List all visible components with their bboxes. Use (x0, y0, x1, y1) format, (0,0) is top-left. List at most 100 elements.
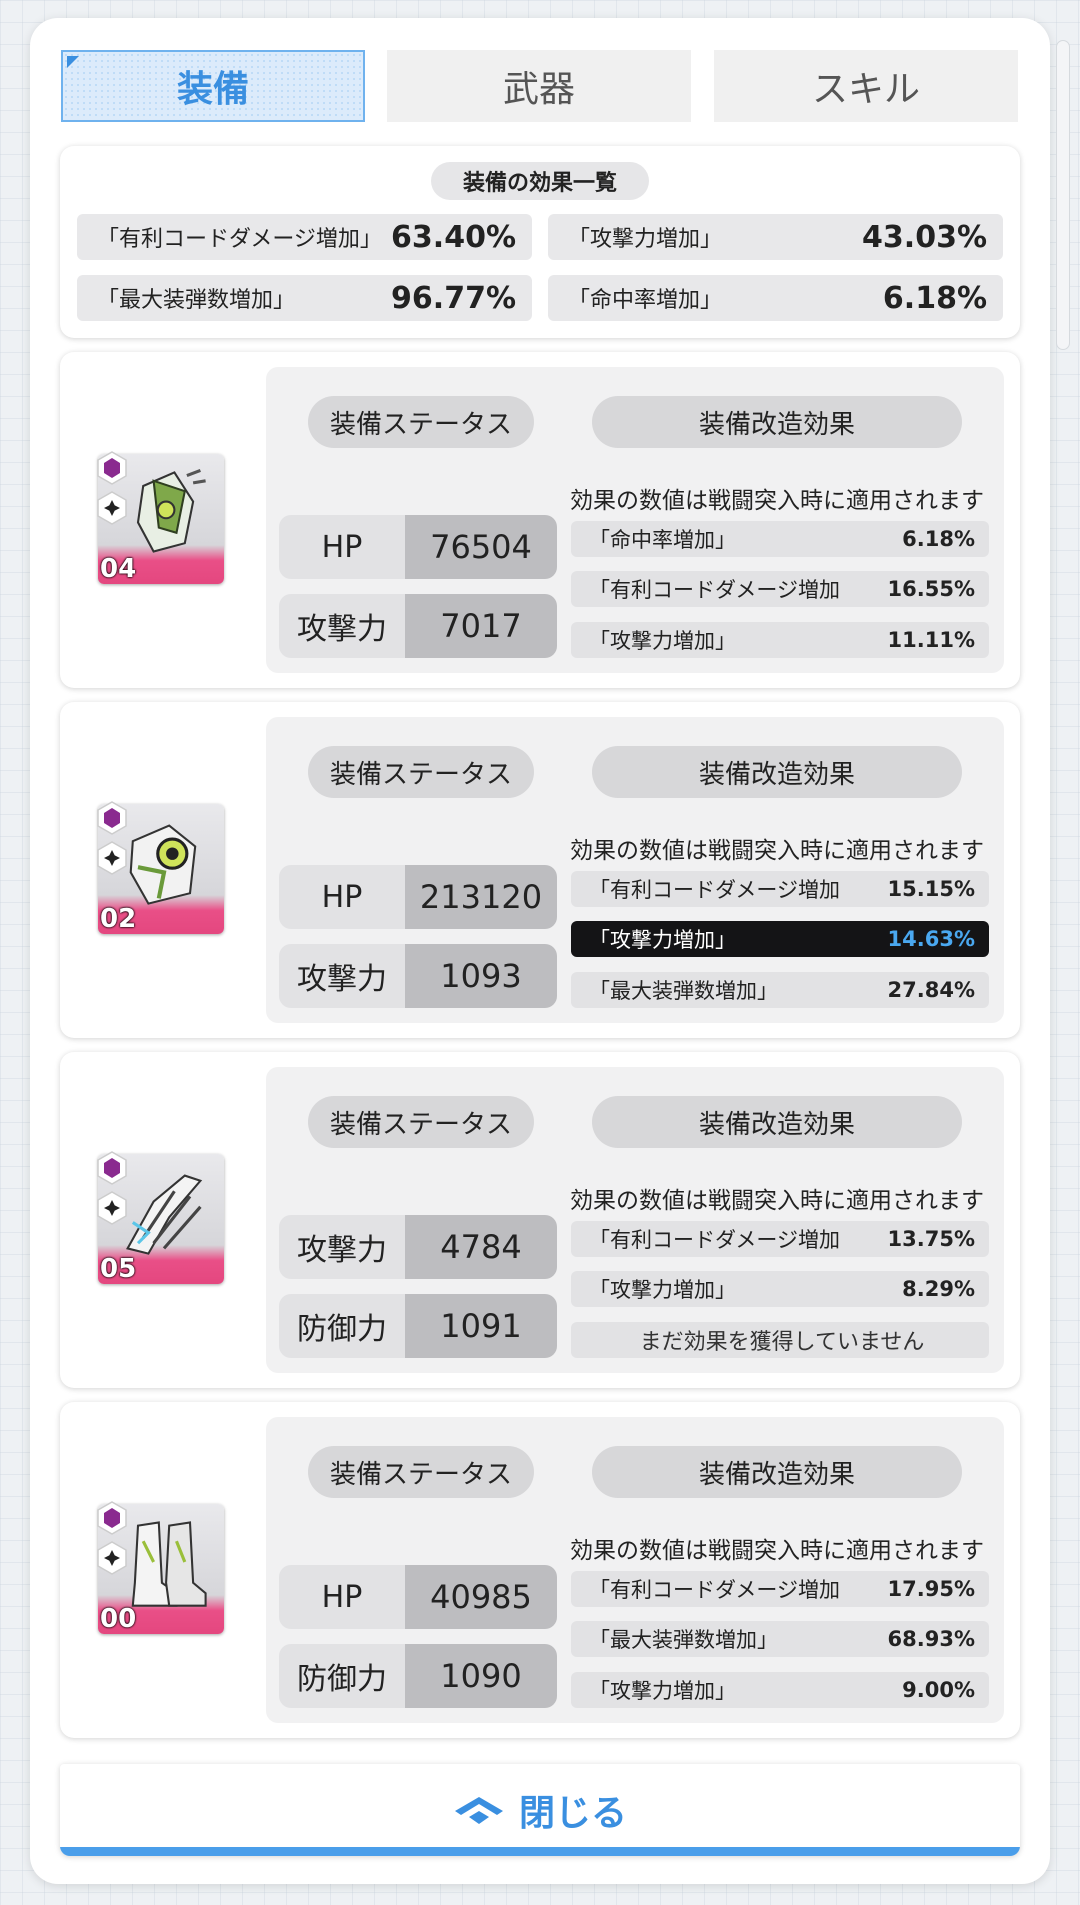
stat-value: 40985 (405, 1565, 557, 1629)
tab-equipment-label: 装備 (176, 69, 249, 110)
mod-effect-row-highlighted: 「攻撃力増加」 14.63% (571, 921, 989, 957)
mod-effect-row: 「攻撃力増加」 8.29% (571, 1271, 989, 1307)
stat-value: 1090 (405, 1644, 557, 1708)
mod-effect-row: 「有利コードダメージ増加 17.95% (571, 1571, 989, 1607)
stat-label: 攻撃力 (279, 944, 405, 1008)
summary-item-value: 6.18% (882, 280, 987, 316)
mod-effect-label: 「攻撃力増加」 (589, 928, 736, 952)
tab-equipment[interactable]: 装備 (61, 50, 365, 122)
mod-effect-row: 「攻撃力増加」 11.11% (571, 622, 989, 658)
mod-effect-empty-row: まだ効果を獲得していません (571, 1322, 989, 1358)
summary-item-label: 「有利コードダメージ増加」 (97, 227, 382, 252)
clover-badge-icon (97, 841, 127, 875)
equipment-status-label: 装備ステータス (308, 1096, 534, 1148)
code-badge-icon (97, 1151, 127, 1185)
tab-weapon[interactable]: 武器 (387, 50, 691, 122)
mod-effect-row: 「最大装弾数増加」 27.84% (571, 972, 989, 1008)
mod-effect-value: 6.18% (902, 527, 975, 551)
summary-item: 「有利コードダメージ増加」 63.40% (77, 214, 532, 260)
code-badge-icon (97, 801, 127, 835)
tab-skill-label: スキル (811, 69, 920, 110)
summary-title: 装備の効果一覧 (431, 162, 649, 200)
clover-badge-icon (97, 1191, 127, 1225)
mod-effect-value: 11.11% (887, 628, 975, 652)
effect-note: 効果の数値は戦闘突入時に適用されます (570, 1188, 984, 1214)
mod-effect-value: 17.95% (887, 1577, 975, 1601)
tab-corner-marker (67, 56, 79, 68)
clover-badge-icon (97, 491, 127, 525)
mod-effect-value: 8.29% (902, 1277, 975, 1301)
summary-item-label: 「命中率増加」 (568, 288, 723, 313)
code-badge-icon (97, 1501, 127, 1535)
mod-effect-row: 「攻撃力増加」 9.00% (571, 1672, 989, 1708)
mod-effect-label: 「攻撃力増加」 (589, 1278, 736, 1302)
summary-item-value: 63.40% (391, 219, 516, 255)
mod-effect-value: 13.75% (887, 1227, 975, 1251)
mod-effect-row: 「有利コードダメージ増加 16.55% (571, 571, 989, 607)
equipment-status-label: 装備ステータス (308, 1446, 534, 1498)
stat-label: HP (279, 515, 405, 579)
stat-label: 防御力 (279, 1294, 405, 1358)
stat-value: 213120 (405, 865, 557, 929)
tab-weapon-label: 武器 (502, 69, 575, 110)
stat-value: 7017 (405, 594, 557, 658)
mod-effect-label: 「最大装弾数増加」 (589, 1628, 778, 1652)
tab-skill[interactable]: スキル (714, 50, 1018, 122)
stat-value: 4784 (405, 1215, 557, 1279)
mod-effect-row: 「有利コードダメージ増加 15.15% (571, 871, 989, 907)
summary-item: 「最大装弾数増加」 96.77% (77, 275, 532, 321)
effect-note: 効果の数値は戦闘突入時に適用されます (570, 838, 984, 864)
summary-item-value: 43.03% (862, 219, 987, 255)
stat-value: 1093 (405, 944, 557, 1008)
mod-effect-value: 68.93% (887, 1627, 975, 1651)
stat-value: 1091 (405, 1294, 557, 1358)
equipment-mod-label: 装備改造効果 (592, 746, 962, 798)
effect-note: 効果の数値は戦闘突入時に適用されます (570, 488, 984, 514)
effect-note: 効果の数値は戦闘突入時に適用されます (570, 1538, 984, 1564)
summary-item: 「命中率増加」 6.18% (548, 275, 1003, 321)
stat-label: HP (279, 865, 405, 929)
stat-value: 76504 (405, 515, 557, 579)
clover-badge-icon (97, 1541, 127, 1575)
code-badge-icon (97, 451, 127, 485)
mod-effect-empty-label: まだ効果を獲得していません (639, 1330, 925, 1355)
mod-effect-value: 9.00% (902, 1678, 975, 1702)
equipment-level: 02 (100, 904, 137, 934)
mod-effect-value: 15.15% (887, 877, 975, 901)
summary-item-label: 「攻撃力増加」 (568, 227, 723, 252)
mod-effect-label: 「有利コードダメージ増加 (589, 578, 840, 602)
mod-effect-label: 「有利コードダメージ増加 (589, 878, 840, 902)
summary-item-value: 96.77% (391, 280, 516, 316)
stat-label: 攻撃力 (279, 1215, 405, 1279)
equipment-mod-label: 装備改造効果 (592, 1096, 962, 1148)
stat-label: 攻撃力 (279, 594, 405, 658)
mod-effect-value: 16.55% (887, 577, 975, 601)
chevron-up-icon (454, 1797, 503, 1824)
summary-item-label: 「最大装弾数増加」 (97, 288, 296, 313)
stat-label: HP (279, 1565, 405, 1629)
mod-effect-row: 「最大装弾数増加」 68.93% (571, 1621, 989, 1657)
close-button[interactable]: 閉じる (60, 1764, 1020, 1856)
mod-effect-row: 「命中率増加」 6.18% (571, 521, 989, 557)
mod-effect-label: 「命中率増加」 (589, 528, 736, 552)
equipment-level: 00 (100, 1604, 137, 1634)
mod-effect-value: 27.84% (887, 978, 975, 1002)
stat-label: 防御力 (279, 1644, 405, 1708)
equipment-status-label: 装備ステータス (308, 396, 534, 448)
mod-effect-label: 「攻撃力増加」 (589, 629, 736, 653)
equipment-level: 05 (100, 1254, 137, 1284)
mod-effect-label: 「有利コードダメージ増加 (589, 1228, 840, 1252)
mod-effect-label: 「有利コードダメージ増加 (589, 1578, 840, 1602)
equipment-mod-label: 装備改造効果 (592, 396, 962, 448)
mod-effect-label: 「最大装弾数増加」 (589, 979, 778, 1003)
equipment-level: 04 (100, 554, 137, 584)
summary-item: 「攻撃力増加」 43.03% (548, 214, 1003, 260)
close-button-accent-bar (60, 1847, 1020, 1856)
mod-effect-label: 「攻撃力増加」 (589, 1679, 736, 1703)
equipment-status-label: 装備ステータス (308, 746, 534, 798)
equipment-mod-label: 装備改造効果 (592, 1446, 962, 1498)
close-button-label: 閉じる (518, 1793, 627, 1834)
mod-effect-value: 14.63% (887, 927, 975, 951)
mod-effect-row: 「有利コードダメージ増加 13.75% (571, 1221, 989, 1257)
scrollbar[interactable] (1056, 40, 1070, 350)
